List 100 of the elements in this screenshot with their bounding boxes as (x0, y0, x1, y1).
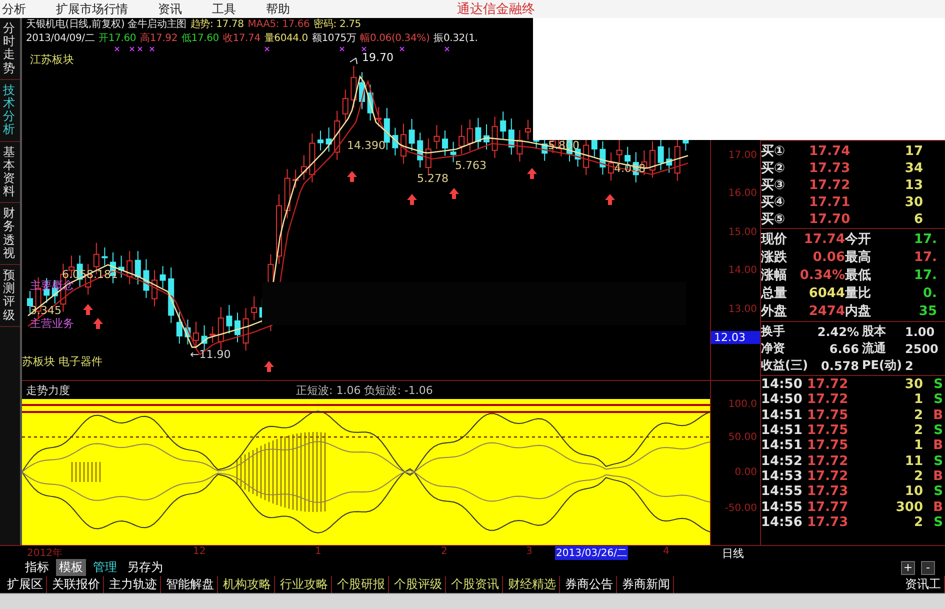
stat-value: 0.578 (820, 358, 859, 372)
trade-side: B (932, 438, 943, 454)
tick-time: 14:51 (761, 438, 804, 454)
quote-value: 17. (912, 232, 937, 246)
bid-price: 17.74 (809, 144, 852, 158)
trade-side: S (932, 423, 943, 438)
price-axis-label: 16.00 (728, 188, 757, 199)
tick-price: 17.72 (807, 392, 850, 408)
zoom-button[interactable]: - (921, 560, 935, 574)
low-price-label: ←11.90 (190, 348, 231, 361)
trade-side: B (932, 468, 943, 484)
quote-label: 涨跌 (761, 249, 788, 266)
trade-side: S (932, 392, 943, 408)
side-tab[interactable]: 分时走势 (0, 18, 20, 80)
sector-label: 苏板块 电子器件 (22, 354, 102, 369)
date-axis-label: 2013/03/26/二 (555, 546, 628, 560)
tick-time: 14:55 (761, 484, 804, 500)
trade-side: B (932, 500, 943, 515)
quote-label: 量比 (845, 285, 872, 302)
signal-value-label: 14.390 (347, 139, 386, 152)
tick-volume: 30 (904, 377, 923, 392)
bid-price: 17.72 (809, 178, 852, 192)
chart-header-text: 天银机电(日线,前复权) 金牛启动主图 (26, 18, 186, 32)
bid-label: 买③ (761, 177, 786, 194)
side-tab[interactable]: 技术分析 (0, 80, 20, 142)
tick-volume: 2 (912, 423, 923, 438)
up-arrow-icon (527, 168, 537, 179)
quote-label: 涨幅 (761, 267, 788, 284)
zoom-button[interactable]: + (901, 560, 915, 574)
bid-price: 17.73 (809, 160, 852, 176)
quote-value: 0.06 (812, 250, 845, 264)
up-arrow-icon (449, 188, 459, 199)
chart-header-text: 振0.32(1. (434, 32, 478, 46)
bid-price: 17.70 (809, 212, 852, 226)
quote-label: 现价 (761, 231, 788, 248)
trade-side: B (932, 408, 943, 423)
chart-header-text: 低17.60 (181, 32, 219, 46)
side-tab[interactable]: 基本资料 (0, 142, 20, 204)
quote-value: 17. (912, 250, 937, 264)
chart-header-text: MAA5: 17.66 (248, 18, 310, 32)
date-axis-label: 4 (662, 546, 670, 557)
stat-value: 1.00 (905, 324, 936, 338)
up-arrow-icon (93, 318, 103, 329)
chart-header-text: 开17.60 (98, 32, 136, 46)
indicator-axis-label: 50.00 (728, 432, 757, 443)
tick-volume: 1 (912, 392, 923, 408)
signal-value-label: 5.278 (417, 172, 448, 185)
menu-item[interactable]: 扩展市场行情 (56, 0, 128, 18)
menu-item[interactable]: 分析 (2, 0, 26, 18)
menu-item[interactable]: 资讯 (158, 0, 182, 18)
stat-label: PE(动) (861, 357, 903, 374)
price-axis-label: 13.00 (728, 304, 757, 315)
tick-time: 14:52 (761, 454, 804, 469)
stat-label: 换手 (761, 323, 786, 340)
template-tab[interactable]: 模板 (56, 559, 86, 576)
bid-volume: 34 (904, 160, 923, 176)
menu-item[interactable]: 工具 (212, 0, 236, 18)
template-tab[interactable]: 另存为 (124, 559, 166, 576)
concept-label: 主营业务 (30, 316, 74, 331)
sector-label: 江苏板块 (30, 52, 74, 67)
stat-value: 2.42% (817, 324, 859, 338)
quote-label: 最高 (845, 248, 872, 266)
quote-value: 6044 (808, 286, 845, 300)
price-axis-label: 15.00 (728, 227, 757, 238)
template-tab[interactable]: 管理 (90, 559, 120, 576)
tick-price: 17.72 (807, 454, 850, 469)
period-label[interactable]: 日线 (722, 546, 744, 559)
bid-volume: 13 (904, 178, 923, 192)
bid-volume: 30 (904, 194, 923, 210)
chart-header-text: 额1075万 (312, 32, 356, 46)
menu-item[interactable]: 帮助 (266, 0, 290, 18)
stat-value: 2500 (905, 342, 940, 356)
price-axis-label: 14.00 (728, 265, 757, 276)
chart-header-text: 幅0.06(0.34%) (360, 32, 430, 46)
chart-header-text: 收17.74 (222, 32, 260, 46)
template-tab[interactable]: 指标 (22, 559, 52, 576)
bid-label: 买⑤ (761, 211, 786, 228)
tick-price: 17.72 (807, 377, 850, 392)
tick-time: 14:56 (761, 514, 804, 530)
tick-price: 17.75 (807, 408, 850, 423)
stat-label: 净资 (761, 340, 786, 357)
up-arrow-icon (83, 304, 93, 315)
tick-volume: 2 (912, 468, 923, 484)
signal-value-label: 5.763 (455, 159, 486, 172)
up-arrow-icon (347, 171, 357, 182)
trade-side: S (932, 454, 943, 469)
tick-time: 14:55 (761, 500, 804, 515)
side-tab[interactable]: 财务透视 (0, 203, 20, 265)
trade-side: S (932, 514, 943, 530)
stat-label: 收益(三) (761, 357, 809, 374)
tick-time: 14:53 (761, 468, 804, 484)
quote-value: 35 (918, 304, 937, 318)
cursor-price-label: 12.03 (711, 331, 760, 344)
indicator-axis-label: -50.00 (724, 503, 757, 514)
quote-label: 外盘 (761, 303, 788, 320)
up-arrow-icon (605, 194, 615, 205)
tick-price: 17.73 (807, 484, 850, 500)
tick-time: 14:50 (761, 377, 804, 392)
side-tab[interactable]: 预测评级 (0, 265, 20, 327)
chart-header-text: 趋势: 17.78 (190, 18, 244, 32)
